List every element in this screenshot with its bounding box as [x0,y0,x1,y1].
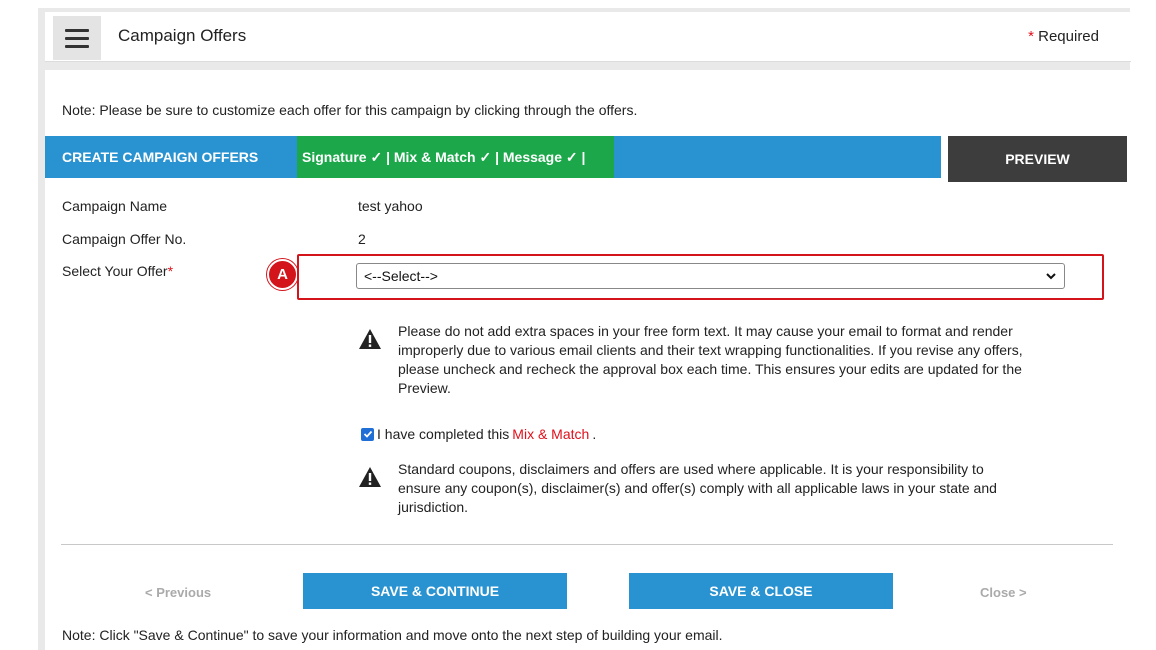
save-close-button[interactable]: SAVE & CLOSE [629,573,893,609]
select-offer-label-text: Select Your Offer [62,263,168,279]
required-indicator: * Required [1028,28,1099,45]
required-label: Required [1038,28,1099,45]
campaign-name-value: test yahoo [358,198,423,214]
compliance-warning: Standard coupons, disclaimers and offers… [358,460,1018,517]
spacing-warning-text: Please do not add extra spaces in your f… [398,323,1023,396]
save-continue-note: Note: Click "Save & Continue" to save yo… [62,627,723,643]
main-panel: Note: Please be sure to customize each o… [45,70,1131,650]
campaign-name-label: Campaign Name [62,198,168,214]
confirmation-suffix: . [592,426,597,442]
menu-icon[interactable] [53,16,101,60]
warning-icon [359,329,381,349]
previous-button[interactable]: < Previous [145,585,211,600]
mix-match-confirmation: I have completed this Mix & Match. [361,426,596,442]
customize-note: Note: Please be sure to customize each o… [62,102,637,118]
select-offer-label: Select Your Offer* [62,263,173,279]
offer-select-value: <--Select--> [364,268,438,284]
note-label: Note: [62,102,96,118]
step-tab-bar: CREATE CAMPAIGN OFFERS Signature ✓ | Mix… [45,136,1127,182]
mix-match-checkbox[interactable] [361,427,374,441]
close-button[interactable]: Close > [980,585,1027,600]
annotation-badge-a: A [267,259,298,290]
note-text: Click "Save & Continue" to save your inf… [99,627,723,643]
mix-match-link-text: Mix & Match [512,426,590,442]
chevron-down-icon [1046,273,1056,280]
tab-bar-filler [614,136,941,178]
offer-select-dropdown[interactable]: <--Select--> [356,263,1065,289]
tab-completed-steps[interactable]: Signature ✓ | Mix & Match ✓ | Message ✓ … [297,136,614,178]
spacing-warning: Please do not add extra spaces in your f… [358,322,1048,398]
tab-create-campaign-offers[interactable]: CREATE CAMPAIGN OFFERS [45,136,297,178]
required-star: * [1028,28,1034,45]
note-label: Note: [62,627,96,643]
checkmark-icon [363,430,372,438]
campaign-offer-no-value: 2 [358,231,366,247]
compliance-warning-text: Standard coupons, disclaimers and offers… [398,461,997,515]
section-divider [61,544,1113,545]
page-header: Campaign Offers * Required [45,12,1131,62]
select-offer-required-star: * [167,263,174,279]
mix-match-link[interactable]: Mix & Match [512,426,589,442]
save-continue-button[interactable]: SAVE & CONTINUE [303,573,567,609]
campaign-offer-no-label: Campaign Offer No. [62,231,187,247]
confirmation-prefix: I have completed this [377,426,510,442]
note-text: Please be sure to customize each offer f… [99,102,638,118]
warning-icon [359,467,381,487]
page-title: Campaign Offers [118,26,247,45]
preview-button[interactable]: PREVIEW [948,136,1127,182]
